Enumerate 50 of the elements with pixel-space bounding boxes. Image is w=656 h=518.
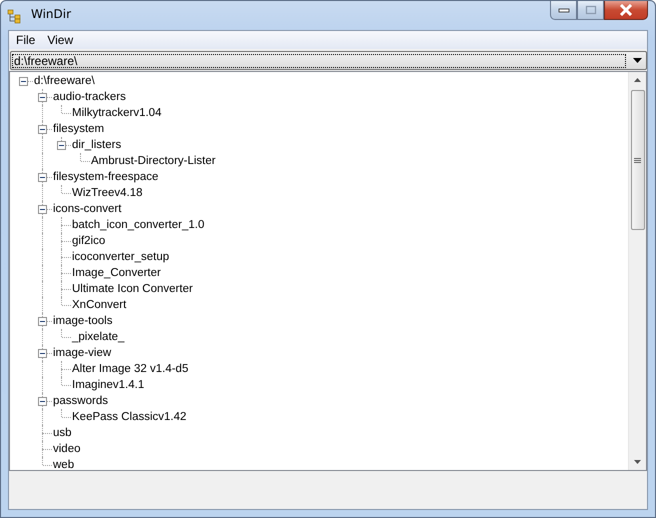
tree-item[interactable]: icoconverter_setup [71,249,172,265]
minimize-icon [558,7,570,13]
tree-item[interactable]: _pixelate_ [71,329,126,345]
tree-item[interactable]: XnConvert [71,297,128,313]
scroll-down-icon[interactable] [634,460,641,464]
scroll-thumb[interactable] [630,90,644,230]
tree-item[interactable]: WizTreev4.18 [71,185,145,201]
collapse-icon[interactable] [38,349,47,358]
tree-item[interactable]: audio-trackers [52,89,128,105]
tree-item[interactable]: Milkytrackerv1.04 [71,105,164,121]
tree-item[interactable]: Imaginev1.4.1 [71,377,146,393]
tree-item[interactable]: batch_icon_converter_1.0 [71,217,206,233]
close-button[interactable] [604,1,648,20]
tree-item[interactable]: web [52,457,76,470]
tree-item[interactable]: d:\freeware\ [33,73,97,89]
tree-item[interactable]: filesystem-freespace [52,169,160,185]
collapse-icon[interactable] [38,93,47,102]
collapse-icon[interactable] [38,205,47,214]
tree-item[interactable]: Ultimate Icon Converter [71,281,195,297]
scroll-up-icon[interactable] [634,78,641,82]
window-title: WinDir [31,7,72,21]
collapse-icon[interactable] [57,141,66,150]
tree-item[interactable]: usb [52,425,74,441]
menu-item[interactable]: File [10,33,42,47]
tree-item[interactable]: filesystem [52,121,106,137]
tree-item[interactable]: image-view [52,345,114,361]
collapse-icon[interactable] [19,77,28,86]
collapse-icon[interactable] [38,397,47,406]
collapse-icon[interactable] [38,317,47,326]
tree-item[interactable]: Image_Converter [71,265,163,281]
menu-item[interactable]: View [41,33,80,47]
dropdown-arrow-icon[interactable] [633,58,642,63]
minimize-button[interactable] [550,1,577,20]
close-icon [619,4,633,16]
path-dropdown[interactable]: d:\freeware\ [10,51,647,70]
maximize-button[interactable] [577,1,604,20]
tree-item[interactable]: Alter Image 32 v1.4-d5 [71,361,190,377]
maximize-icon [584,5,596,15]
tree-item[interactable]: Ambrust-Directory-Lister [90,153,218,169]
tree-item[interactable]: video [52,441,82,457]
tree-item[interactable]: gif2ico [71,233,108,249]
collapse-icon[interactable] [38,173,47,182]
tree-item[interactable]: icons-convert [52,201,124,217]
tree-item[interactable]: image-tools [52,313,114,329]
tree-item[interactable]: KeePass Classicv1.42 [71,409,188,425]
tree-item[interactable]: dir_listers [71,137,124,153]
collapse-icon[interactable] [38,125,47,134]
tree-item[interactable]: passwords [52,393,110,409]
app-icon [7,9,23,25]
vertical-scrollbar[interactable] [628,72,646,470]
